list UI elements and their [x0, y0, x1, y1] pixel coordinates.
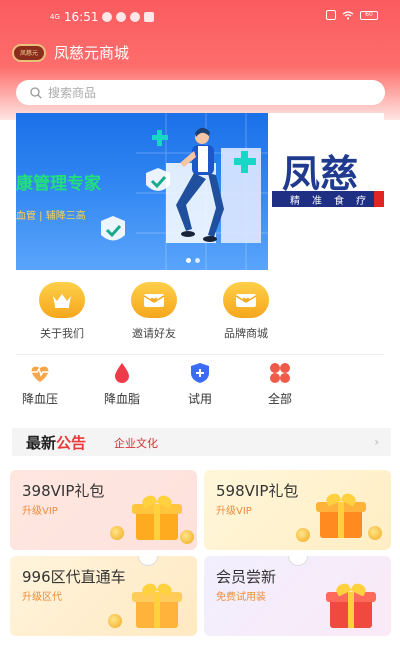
- strip-char: 疗: [356, 195, 366, 207]
- brand-row: 凤慈元 凤慈元商城: [12, 42, 129, 63]
- crown-icon: [39, 282, 85, 318]
- phone-icon: [130, 12, 141, 22]
- status-right: 60: [326, 10, 378, 20]
- carousel-dot[interactable]: [186, 258, 191, 263]
- category-lower-blood-lipid[interactable]: 降血脂: [92, 362, 152, 407]
- banner-headline: 康管理专家: [16, 174, 101, 194]
- envelope-heart-icon: [223, 282, 269, 318]
- strip-char: 食: [334, 195, 344, 207]
- announcement-text: 企业文化: [114, 437, 158, 450]
- battery-icon: 60: [360, 10, 378, 20]
- promo-card-598[interactable]: 598VIP礼包 升级VIP: [204, 470, 391, 550]
- coin-icon: [110, 526, 124, 540]
- coin-icon: [108, 614, 122, 628]
- page-title: 凤慈元商城: [54, 44, 130, 62]
- promo-card-996[interactable]: 996区代直通车 升级区代: [10, 556, 197, 636]
- shield-plus-icon: [189, 362, 211, 384]
- promo-card-title: 398VIP礼包: [22, 482, 105, 500]
- quick-entry-about[interactable]: 关于我们: [22, 282, 102, 344]
- category-label: 试用: [187, 392, 212, 406]
- search-icon: [30, 86, 42, 99]
- banner-brand-text: 凤慈: [282, 143, 358, 198]
- envelope-heart-icon: [131, 282, 177, 318]
- promo-card-sub: 升级VIP: [22, 506, 58, 517]
- blood-drop-icon: [111, 362, 133, 384]
- category-all[interactable]: 全部: [250, 362, 310, 407]
- quick-entry-label: 关于我们: [40, 327, 84, 340]
- carousel-indicator: [186, 258, 200, 263]
- gift-box-icon: [128, 493, 186, 542]
- promo-card-sub: 升级VIP: [216, 506, 252, 517]
- promo-card-trial[interactable]: 会员尝新 免费试用装: [204, 556, 391, 636]
- announcement-bar[interactable]: 最新公告 企业文化 ›: [12, 428, 391, 456]
- promo-card-sub: 免费试用装: [216, 592, 266, 603]
- banner-carousel[interactable]: 康管理专家 血管 | 辅降三高 凤慈 精 准 食 疗: [16, 113, 384, 270]
- quick-entry-brand-mall[interactable]: 品牌商城: [206, 282, 286, 344]
- strip-accent: [374, 191, 384, 207]
- signal-label: 4G: [50, 12, 60, 21]
- banner-brand-strip: 精 准 食 疗: [272, 191, 384, 207]
- status-left: 4G 16:51: [50, 10, 155, 24]
- card-corner-mark: [288, 556, 308, 566]
- promo-card-sub: 升级区代: [22, 592, 62, 603]
- wifi-icon: [342, 10, 354, 20]
- status-time: 16:51: [63, 10, 99, 24]
- notification-icon: [102, 12, 113, 22]
- notification-icon: [116, 12, 127, 22]
- quick-entry-grid: 关于我们 邀请好友 品牌商城: [0, 282, 400, 352]
- category-label: 降血压: [21, 392, 58, 406]
- promo-card-title: 598VIP礼包: [216, 482, 299, 500]
- banner-subline: 血管 | 辅降三高: [16, 211, 86, 222]
- category-trial[interactable]: 试用: [170, 362, 230, 407]
- quick-entry-label: 品牌商城: [224, 327, 268, 340]
- heart-pulse-icon: [29, 362, 51, 384]
- strip-char: 精: [290, 195, 300, 207]
- search-input[interactable]: 搜索商品: [16, 80, 385, 105]
- quick-entry-invite[interactable]: 邀请好友: [114, 282, 194, 344]
- announcement-title-a: 最新: [26, 434, 57, 452]
- coin-icon: [296, 528, 310, 542]
- carousel-dot[interactable]: [195, 258, 200, 263]
- quick-entry-label: 邀请好友: [132, 327, 176, 340]
- category-lower-blood-pressure[interactable]: 降血压: [10, 362, 70, 407]
- promo-card-title: 会员尝新: [216, 568, 277, 586]
- banner-slide-brand: 凤慈 精 准 食 疗: [272, 113, 384, 270]
- four-petal-icon: [269, 362, 291, 384]
- vibrate-icon: [326, 10, 336, 20]
- status-bar: 4G 16:51 60: [0, 6, 400, 28]
- search-placeholder: 搜索商品: [48, 86, 97, 100]
- category-label: 全部: [267, 392, 292, 406]
- coin-icon: [368, 526, 382, 540]
- announcement-title-b: 公告: [56, 434, 87, 452]
- message-icon: [144, 12, 155, 22]
- category-label: 降血脂: [103, 392, 140, 406]
- strip-char: 准: [312, 195, 322, 207]
- gift-box-icon: [322, 581, 380, 630]
- gift-box-icon: [128, 581, 186, 630]
- promo-card-title: 996区代直通车: [22, 568, 126, 586]
- brand-logo: 凤慈元: [12, 43, 46, 62]
- banner-brand-name: 凤慈: [282, 151, 359, 196]
- gift-box-icon: [312, 491, 370, 540]
- chevron-right-icon: ›: [374, 435, 379, 449]
- announcement-title: 最新公告: [26, 432, 86, 453]
- coin-icon: [180, 530, 194, 544]
- divider: [16, 354, 384, 355]
- category-row: 降血压 降血脂 试用 全部: [0, 362, 400, 412]
- promo-card-398[interactable]: 398VIP礼包 升级VIP: [10, 470, 197, 550]
- banner-slide-health: 康管理专家 血管 | 辅降三高: [16, 113, 268, 270]
- card-corner-mark: [138, 556, 158, 566]
